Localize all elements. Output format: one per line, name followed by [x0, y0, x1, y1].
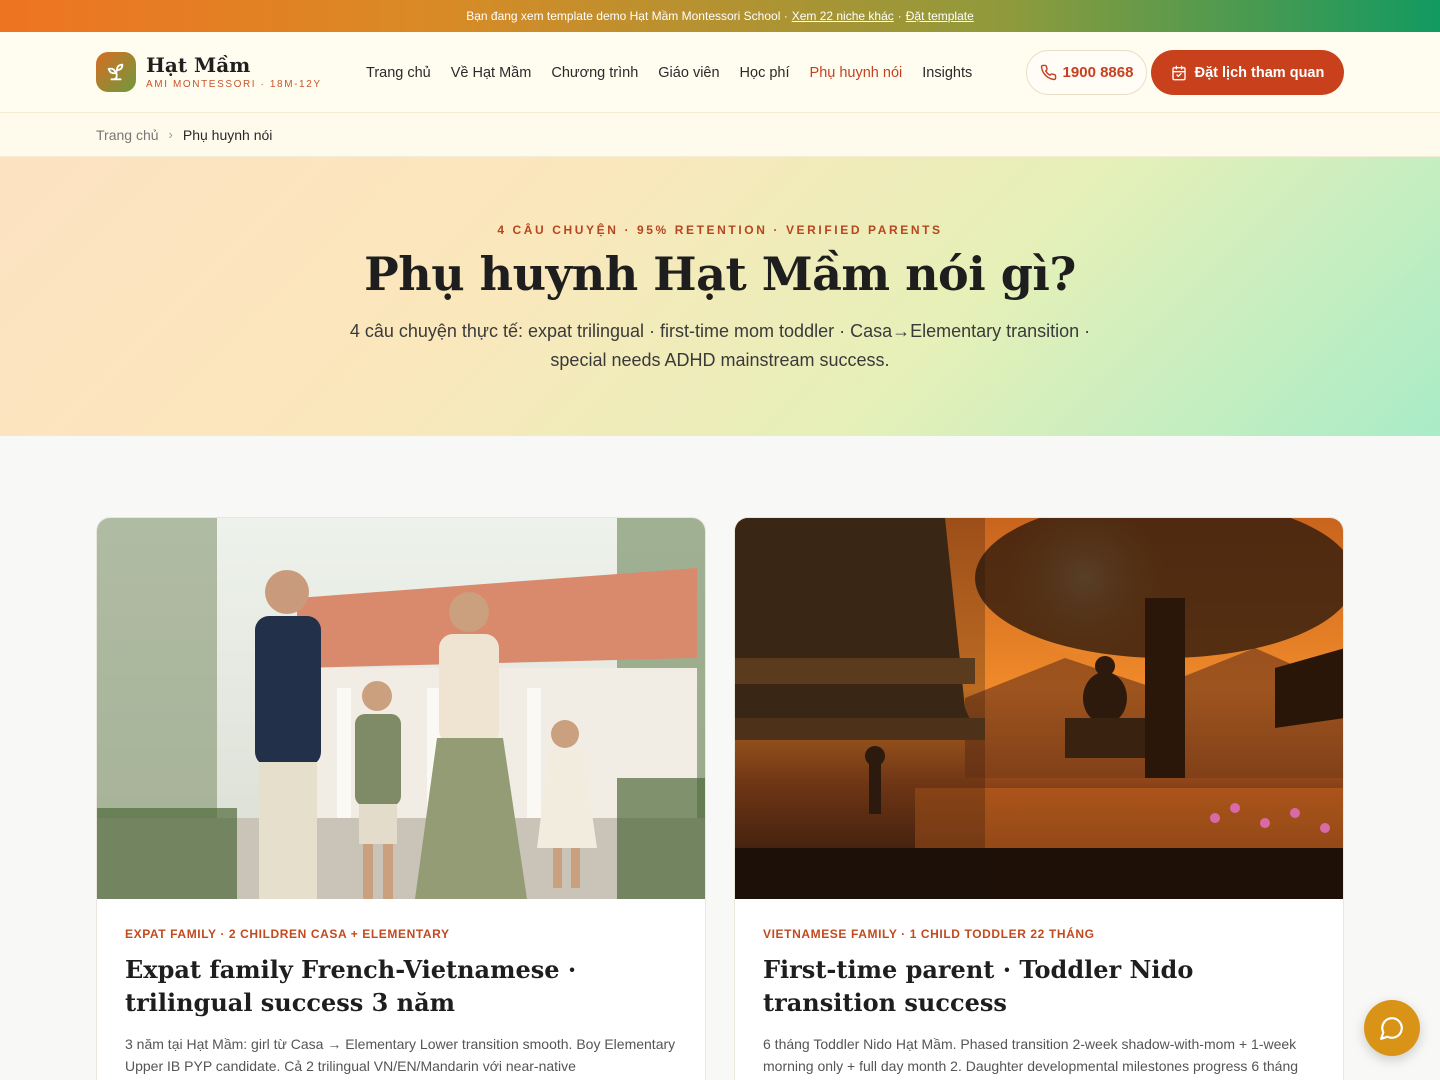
- nav-item-about[interactable]: Về Hạt Mầm: [451, 65, 532, 81]
- temple-sunset-photo: [735, 518, 1343, 899]
- testimonial-card[interactable]: VIETNAMESE FAMILY · 1 CHILD TODDLER 22 T…: [734, 517, 1344, 1080]
- card-tag: EXPAT FAMILY · 2 CHILDREN CASA + ELEMENT…: [125, 927, 450, 941]
- site-header: Hạt Mầm AMI MONTESSORI · 18M-12Y Trang c…: [0, 32, 1440, 113]
- demo-banner: Bạn đang xem template demo Hạt Mầm Monte…: [0, 0, 1440, 32]
- card-title[interactable]: Expat family French-Vietnamese · triling…: [125, 953, 677, 1019]
- nav-item-home[interactable]: Trang chủ: [366, 65, 431, 81]
- book-visit-button[interactable]: Đặt lịch tham quan: [1151, 50, 1344, 95]
- demo-banner-link-more[interactable]: Xem 22 niche khác: [792, 9, 894, 23]
- phone-icon: [1040, 64, 1056, 81]
- page-title: Phụ huynh Hạt Mầm nói gì?: [364, 247, 1076, 301]
- brand-logo[interactable]: Hạt Mầm AMI MONTESSORI · 18M-12Y: [146, 54, 322, 90]
- nav-item-programs[interactable]: Chương trình: [551, 65, 638, 81]
- chat-button[interactable]: [1364, 1000, 1420, 1056]
- card-excerpt: 3 năm tại Hạt Mầm: girl từ Casa → Elemen…: [125, 1036, 676, 1074]
- hero-eyebrow: 4 CÂU CHUYỆN · 95% RETENTION · VERIFIED …: [497, 223, 943, 237]
- nav-item-insights[interactable]: Insights: [922, 65, 972, 81]
- family-photo: [97, 518, 705, 899]
- card-tag: VIETNAMESE FAMILY · 1 CHILD TODDLER 22 T…: [763, 927, 1095, 941]
- calendar-icon: [1171, 65, 1186, 80]
- card-excerpt: 6 tháng Toddler Nido Hạt Mầm. Phased tra…: [763, 1036, 1299, 1074]
- brand-name: Hạt Mầm: [146, 53, 251, 77]
- hero-subtitle: 4 câu chuyện thực tế: expat trilingual ·…: [349, 321, 1091, 370]
- demo-banner-separator: ·: [897, 9, 902, 23]
- card-title[interactable]: First-time parent · Toddler Nido transit…: [763, 953, 1315, 1019]
- book-visit-label: Đặt lịch tham quan: [1194, 64, 1325, 81]
- chevron-right-icon: ›: [168, 127, 173, 142]
- chat-bubble-icon: [1380, 1017, 1403, 1040]
- demo-banner-link-order[interactable]: Đặt template: [906, 9, 974, 23]
- nav-item-teachers[interactable]: Giáo viên: [658, 65, 719, 81]
- testimonial-card[interactable]: EXPAT FAMILY · 2 CHILDREN CASA + ELEMENT…: [96, 517, 706, 1080]
- nav-item-tuition[interactable]: Học phí: [740, 65, 790, 81]
- breadcrumb: Trang chủ › Phụ huynh nói: [0, 113, 1440, 157]
- sprout-icon[interactable]: [96, 52, 136, 92]
- main-nav: Trang chủ Về Hạt Mầm Chương trình Giáo v…: [366, 32, 972, 113]
- brand-tagline: AMI MONTESSORI · 18M-12Y: [146, 79, 322, 90]
- hero-section: 4 CÂU CHUYỆN · 95% RETENTION · VERIFIED …: [0, 157, 1440, 436]
- phone-number: 1900 8868: [1062, 64, 1134, 81]
- nav-item-testimonials[interactable]: Phụ huynh nói: [810, 65, 903, 81]
- demo-banner-text: Bạn đang xem template demo Hạt Mầm Monte…: [466, 9, 788, 23]
- testimonial-list: EXPAT FAMILY · 2 CHILDREN CASA + ELEMENT…: [96, 517, 1344, 1080]
- phone-button[interactable]: 1900 8868: [1026, 50, 1147, 95]
- breadcrumb-current: Phụ huynh nói: [182, 126, 273, 143]
- breadcrumb-home[interactable]: Trang chủ: [96, 127, 159, 143]
